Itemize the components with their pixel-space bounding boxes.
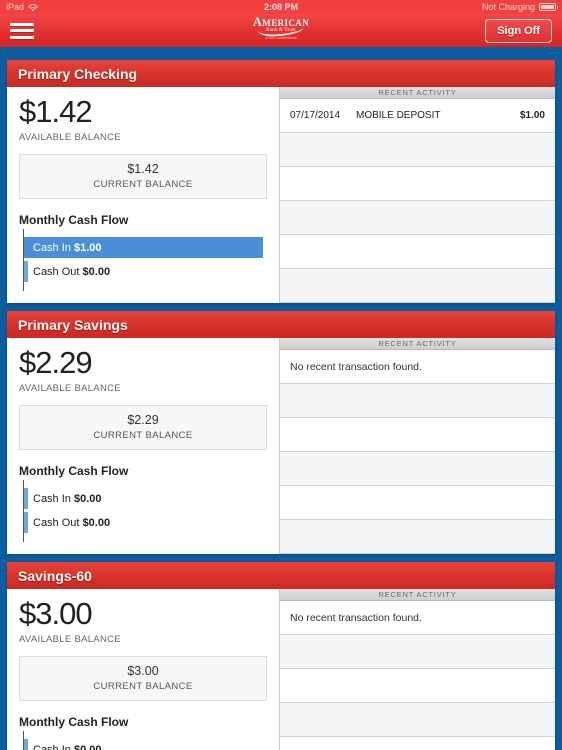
account-card[interactable]: Primary Checking $1.42 AVAILABLE BALANCE… xyxy=(7,60,555,303)
cash-in-bar[interactable]: Cash In $1.00 xyxy=(24,237,263,259)
cash-in-amount: $1.00 xyxy=(73,241,102,254)
cash-out-label: Cash Out xyxy=(33,265,80,278)
account-card-header[interactable]: Savings-60 xyxy=(7,562,555,589)
cash-in-bar[interactable]: Cash In $0.00 xyxy=(24,488,102,510)
account-name: Primary Savings xyxy=(18,316,128,333)
cash-flow-chart: Cash In $0.00 Cash Out $0.00 xyxy=(19,479,267,542)
empty-activity-row xyxy=(280,452,555,486)
recent-activity-header: RECENT ACTIVITY xyxy=(280,589,555,601)
account-card-body: $2.29 AVAILABLE BALANCE $2.29 CURRENT BA… xyxy=(7,338,555,554)
transaction-date: 07/17/2014 xyxy=(290,110,341,121)
transaction-description: MOBILE DEPOSIT xyxy=(356,110,441,121)
cash-in-label: Cash In xyxy=(33,241,71,254)
current-balance-box[interactable]: $1.42 CURRENT BALANCE xyxy=(19,153,267,199)
cash-out-bar[interactable]: Cash Out $0.00 xyxy=(24,261,110,283)
empty-activity-row xyxy=(280,635,555,669)
current-balance-amount: $2.29 xyxy=(127,412,159,427)
empty-activity-row xyxy=(280,235,555,269)
device-name: iPad xyxy=(6,2,25,12)
account-name: Primary Checking xyxy=(18,65,138,82)
current-balance-label: CURRENT BALANCE xyxy=(93,178,193,190)
monthly-cash-flow-title: Monthly Cash Flow xyxy=(19,212,129,227)
logo-tagline: Bank & Trust xyxy=(266,27,296,33)
sign-off-button[interactable]: Sign Off xyxy=(485,18,552,43)
empty-activity-row xyxy=(280,703,555,737)
cash-in-bar-row: Cash In $0.00 xyxy=(23,487,267,511)
cash-out-label: Cash Out xyxy=(33,516,80,529)
account-card-body: $1.42 AVAILABLE BALANCE $1.42 CURRENT BA… xyxy=(7,87,555,303)
bank-logo: American Bank & Trust of the Cumberlands xyxy=(236,16,326,40)
monthly-cash-flow-title: Monthly Cash Flow xyxy=(19,714,129,729)
account-card[interactable]: Primary Savings $2.29 AVAILABLE BALANCE … xyxy=(7,311,555,554)
cash-in-bar[interactable]: Cash In $0.00 xyxy=(24,739,102,750)
status-bar-right: Not Charging xyxy=(481,2,558,12)
status-bar-clock: 2:08 PM xyxy=(263,2,298,12)
accounts-scroll-area[interactable]: Primary Checking $1.42 AVAILABLE BALANCE… xyxy=(0,53,562,750)
empty-activity-row xyxy=(280,269,555,303)
empty-activity-row xyxy=(280,384,555,418)
logo-subtitle: of the Cumberlands xyxy=(265,35,297,40)
recent-activity-column: RECENT ACTIVITY No recent transaction fo… xyxy=(279,338,555,554)
logo-bank-name: American xyxy=(252,15,310,29)
cash-flow-chart: Cash In $1.00 Cash Out $0.00 xyxy=(19,228,267,291)
hamburger-menu-icon[interactable] xyxy=(10,22,34,40)
current-balance-box[interactable]: $3.00 CURRENT BALANCE xyxy=(19,655,267,701)
current-balance-amount: $3.00 xyxy=(127,663,159,678)
empty-activity-row xyxy=(280,418,555,452)
empty-activity-row xyxy=(280,133,555,167)
current-balance-label: CURRENT BALANCE xyxy=(93,680,193,692)
account-summary-column: $1.42 AVAILABLE BALANCE $1.42 CURRENT BA… xyxy=(7,87,279,303)
wifi-icon xyxy=(28,3,38,11)
transaction-amount: $1.00 xyxy=(519,110,545,121)
account-card-body: $3.00 AVAILABLE BALANCE $3.00 CURRENT BA… xyxy=(7,589,555,750)
cash-out-amount: $0.00 xyxy=(82,516,111,529)
available-balance-label: AVAILABLE BALANCE xyxy=(19,382,121,394)
available-balance-amount: $3.00 xyxy=(19,596,93,631)
cash-out-bar-row: Cash Out $0.00 xyxy=(23,260,267,284)
transaction-row[interactable]: 07/17/2014 MOBILE DEPOSIT $1.00 xyxy=(280,99,555,133)
available-balance-amount: $1.42 xyxy=(19,94,93,129)
empty-transactions-message: No recent transaction found. xyxy=(280,601,555,635)
empty-activity-row xyxy=(280,737,555,750)
empty-activity-row xyxy=(280,486,555,520)
available-balance-amount: $2.29 xyxy=(19,345,93,380)
monthly-cash-flow-title: Monthly Cash Flow xyxy=(19,463,129,478)
account-summary-column: $3.00 AVAILABLE BALANCE $3.00 CURRENT BA… xyxy=(7,589,279,750)
cash-out-amount: $0.00 xyxy=(82,265,111,278)
cash-out-bar-row: Cash Out $0.00 xyxy=(23,511,267,535)
app-navigation-bar: American Bank & Trust of the Cumberlands… xyxy=(0,14,562,50)
cash-flow-chart: Cash In $0.00 Cash Out $0.00 xyxy=(19,730,267,750)
cash-out-bar[interactable]: Cash Out $0.00 xyxy=(24,512,110,534)
ios-status-bar: iPad 2:08 PM Not Charging xyxy=(0,0,562,14)
recent-activity-header: RECENT ACTIVITY xyxy=(280,87,555,99)
account-name: Savings-60 xyxy=(18,567,92,584)
available-balance-label: AVAILABLE BALANCE xyxy=(19,131,121,143)
empty-transactions-message: No recent transaction found. xyxy=(280,350,555,384)
cash-in-amount: $0.00 xyxy=(73,743,102,750)
available-balance-label: AVAILABLE BALANCE xyxy=(19,633,121,645)
account-summary-column: $2.29 AVAILABLE BALANCE $2.29 CURRENT BA… xyxy=(7,338,279,554)
recent-activity-column: RECENT ACTIVITY 07/17/2014 MOBILE DEPOSI… xyxy=(279,87,555,303)
current-balance-amount: $1.42 xyxy=(127,161,159,176)
current-balance-label: CURRENT BALANCE xyxy=(93,429,193,441)
cash-in-label: Cash In xyxy=(33,492,71,505)
battery-status-label: Not Charging xyxy=(481,2,535,12)
recent-activity-header: RECENT ACTIVITY xyxy=(280,338,555,350)
empty-activity-row xyxy=(280,669,555,703)
cash-in-bar-row: Cash In $0.00 xyxy=(23,738,267,750)
account-card-header[interactable]: Primary Savings xyxy=(7,311,555,338)
current-balance-box[interactable]: $2.29 CURRENT BALANCE xyxy=(19,404,267,450)
battery-full-icon xyxy=(539,3,558,11)
empty-activity-row xyxy=(280,520,555,554)
status-bar-left: iPad xyxy=(6,2,38,12)
account-card[interactable]: Savings-60 $3.00 AVAILABLE BALANCE $3.00… xyxy=(7,562,555,750)
cash-in-label: Cash In xyxy=(33,743,71,750)
recent-activity-column: RECENT ACTIVITY No recent transaction fo… xyxy=(279,589,555,750)
empty-activity-row xyxy=(280,167,555,201)
cash-in-amount: $0.00 xyxy=(73,492,102,505)
account-card-header[interactable]: Primary Checking xyxy=(7,60,555,87)
cash-in-bar-row: Cash In $1.00 xyxy=(23,236,267,260)
empty-activity-row xyxy=(280,201,555,235)
logo-swoosh-icon xyxy=(257,26,305,38)
